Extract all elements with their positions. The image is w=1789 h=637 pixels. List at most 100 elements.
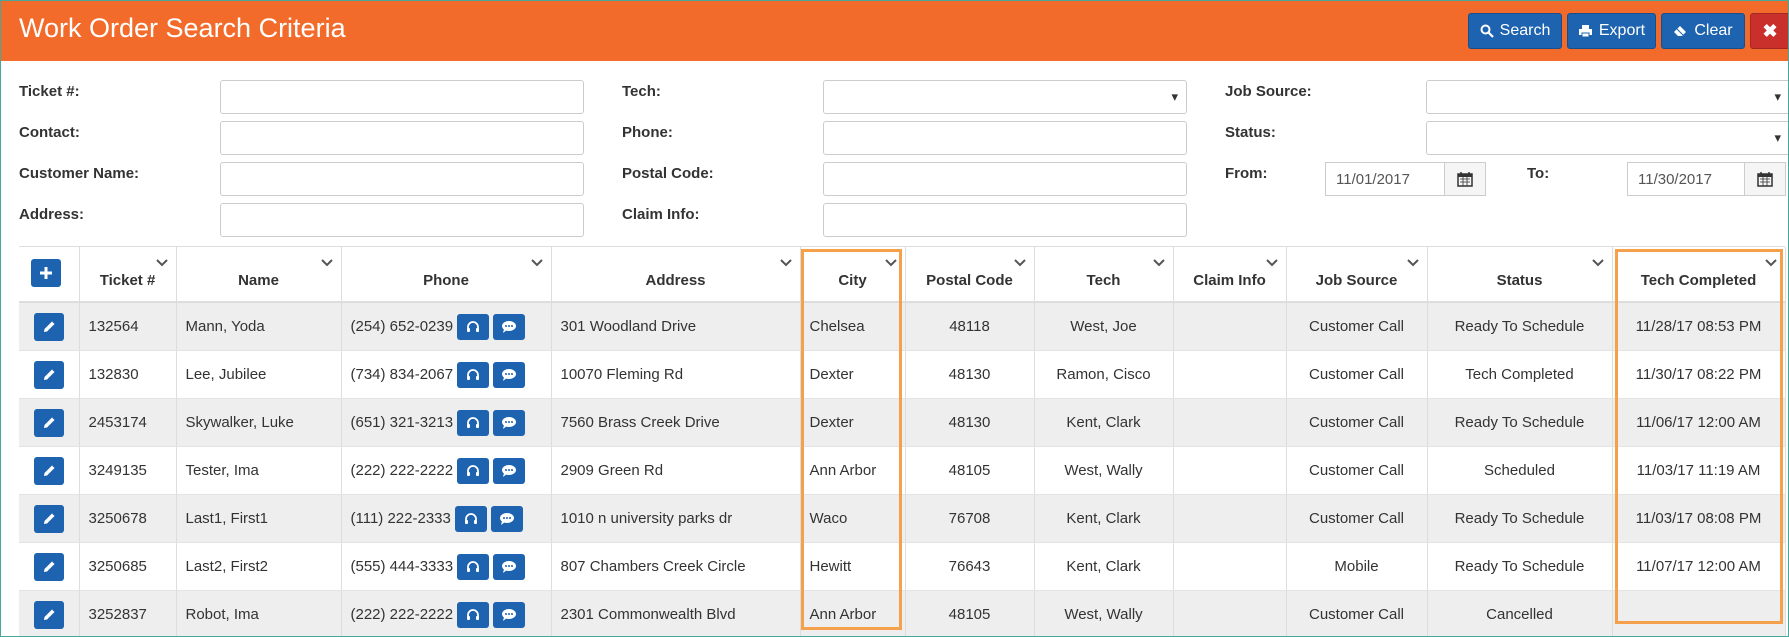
- add-column-header: [19, 247, 80, 303]
- column-header-address[interactable]: Address: [551, 247, 801, 303]
- search-button[interactable]: Search: [1468, 13, 1562, 49]
- status-cell: Ready To Schedule: [1427, 542, 1613, 591]
- address-cell: 807 Chambers Creek Circle: [551, 542, 801, 591]
- chevron-down-icon[interactable]: [779, 257, 792, 269]
- to-calendar-button[interactable]: [1744, 162, 1786, 196]
- column-header-tech[interactable]: Tech: [1034, 247, 1174, 303]
- chevron-down-icon[interactable]: [1406, 257, 1419, 269]
- table-row[interactable]: 3249135 Tester, Ima (222) 222-2222 2909 Gre…: [19, 446, 1786, 495]
- phone-number: (222) 222-2222: [350, 606, 454, 623]
- postal-code-cell: 48105: [905, 590, 1035, 636]
- from-date-input[interactable]: 11/01/2017: [1325, 162, 1445, 196]
- chevron-down-icon[interactable]: [1265, 257, 1278, 269]
- status-label: Status:: [1225, 124, 1276, 141]
- tech-completed-cell: 11/30/17 08:22 PM: [1612, 350, 1786, 399]
- column-header-city[interactable]: City: [800, 247, 906, 303]
- phone-input[interactable]: [823, 121, 1187, 155]
- message-button[interactable]: [493, 361, 526, 388]
- column-header-postal-code[interactable]: Postal Code: [905, 247, 1035, 303]
- add-button[interactable]: [31, 259, 61, 287]
- address-input[interactable]: [220, 203, 584, 237]
- edit-button[interactable]: [33, 312, 64, 341]
- message-button[interactable]: [493, 409, 526, 436]
- export-button[interactable]: Export: [1567, 13, 1656, 49]
- clear-button[interactable]: Clear: [1661, 13, 1745, 49]
- tech-select[interactable]: [823, 80, 1187, 114]
- status-cell: Tech Completed: [1427, 350, 1613, 399]
- customer-name-input[interactable]: [220, 162, 584, 196]
- table-row[interactable]: 132564 Mann, Yoda (254) 652-0239 301 Woodla…: [19, 302, 1786, 351]
- column-header-ticket[interactable]: Ticket #: [79, 247, 177, 303]
- chevron-down-icon[interactable]: [884, 257, 897, 269]
- ticket-input[interactable]: [220, 80, 584, 114]
- status-select[interactable]: [1426, 121, 1788, 155]
- job-source-cell: Customer Call: [1286, 398, 1428, 447]
- chevron-down-icon[interactable]: [320, 257, 333, 269]
- print-icon: [1578, 25, 1592, 38]
- pencil-icon: [43, 465, 55, 476]
- edit-button[interactable]: [33, 408, 64, 437]
- edit-cell: [19, 542, 80, 591]
- city-cell: Ann Arbor: [800, 446, 906, 495]
- column-header-job-source[interactable]: Job Source: [1286, 247, 1428, 303]
- call-button[interactable]: [457, 457, 490, 484]
- contact-input[interactable]: [220, 121, 584, 155]
- message-button[interactable]: [493, 553, 526, 580]
- call-button[interactable]: [454, 505, 487, 532]
- call-button[interactable]: [457, 361, 490, 388]
- phone-number: (222) 222-2222: [350, 462, 454, 479]
- column-header-phone[interactable]: Phone: [341, 247, 552, 303]
- clear-button-label: Clear: [1694, 22, 1733, 39]
- message-button[interactable]: [493, 313, 526, 340]
- chevron-down-icon[interactable]: [1013, 257, 1026, 269]
- edit-button[interactable]: [33, 360, 64, 389]
- edit-button[interactable]: [33, 504, 64, 533]
- call-button[interactable]: [457, 553, 490, 580]
- chevron-down-icon[interactable]: [1152, 257, 1165, 269]
- headset-icon: [467, 416, 480, 428]
- claim-info-cell: [1173, 494, 1287, 543]
- call-button[interactable]: [457, 601, 490, 628]
- claim-info-input[interactable]: [823, 203, 1187, 237]
- chat-icon: [502, 608, 517, 621]
- table-row[interactable]: 3250678 Last1, First1 (111) 222-2333 1010 n…: [19, 494, 1786, 543]
- edit-cell: [19, 590, 80, 636]
- to-date-input[interactable]: 11/30/2017: [1627, 162, 1745, 196]
- address-cell: 1010 n university parks dr: [551, 494, 801, 543]
- job-source-cell: Customer Call: [1286, 590, 1428, 636]
- tech-cell: Kent, Clark: [1034, 542, 1174, 591]
- table-row[interactable]: 3250685 Last2, First2 (555) 444-3333 807 Ch…: [19, 542, 1786, 591]
- edit-button[interactable]: [33, 600, 64, 629]
- column-header-status[interactable]: Status: [1427, 247, 1613, 303]
- city-cell: Dexter: [800, 398, 906, 447]
- table-row[interactable]: 3252837 Robot, Ima (222) 222-2222 2301 Comm…: [19, 590, 1786, 636]
- edit-button[interactable]: [33, 552, 64, 581]
- message-button[interactable]: [490, 505, 523, 532]
- chevron-down-icon[interactable]: [1591, 257, 1604, 269]
- chevron-down-icon[interactable]: [530, 257, 543, 269]
- headset-icon: [467, 320, 480, 332]
- address-cell: 301 Woodland Drive: [551, 302, 801, 351]
- call-button[interactable]: [457, 313, 490, 340]
- tech-completed-cell: 11/28/17 08:53 PM: [1612, 302, 1786, 351]
- close-button[interactable]: ✖: [1750, 13, 1788, 49]
- column-header-tech-completed[interactable]: Tech Completed: [1612, 247, 1786, 303]
- chevron-down-icon[interactable]: [155, 257, 168, 269]
- from-calendar-button[interactable]: [1444, 162, 1486, 196]
- column-header-claim-info[interactable]: Claim Info: [1173, 247, 1287, 303]
- job-source-select[interactable]: [1426, 80, 1788, 114]
- chevron-down-icon[interactable]: [1764, 257, 1777, 269]
- name-cell: Skywalker, Luke: [176, 398, 342, 447]
- edit-button[interactable]: [33, 456, 64, 485]
- claim-info-cell: [1173, 302, 1287, 351]
- call-button[interactable]: [457, 409, 490, 436]
- message-button[interactable]: [493, 601, 526, 628]
- message-button[interactable]: [493, 457, 526, 484]
- column-header-name[interactable]: Name: [176, 247, 342, 303]
- table-row[interactable]: 132830 Lee, Jubilee (734) 834-2067 10070 Fl…: [19, 350, 1786, 399]
- work-order-search-panel: Work Order Search Criteria Search Export…: [0, 0, 1789, 637]
- table-row[interactable]: 2453174 Skywalker, Luke (651) 321-3213 7560…: [19, 398, 1786, 447]
- from-label: From:: [1225, 165, 1268, 182]
- postal-code-input[interactable]: [823, 162, 1187, 196]
- postal-code-cell: 48130: [905, 350, 1035, 399]
